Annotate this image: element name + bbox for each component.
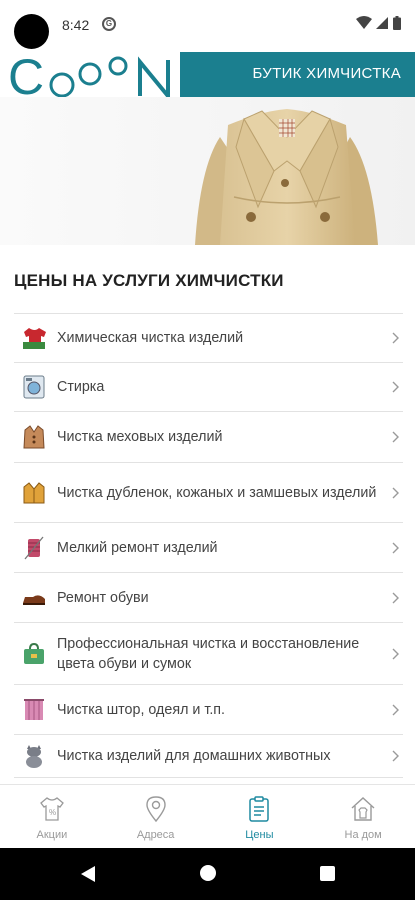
recent-apps-icon[interactable] <box>320 866 335 881</box>
nav-label: Цены <box>245 829 274 841</box>
google-icon: G <box>102 17 116 31</box>
nav-label: Адреса <box>136 829 175 841</box>
banner-image <box>0 97 415 245</box>
chevron-right-icon <box>392 381 399 393</box>
nav-promotions[interactable]: % Акции <box>0 785 104 848</box>
item-label: Чистка изделий для домашних животных <box>57 748 331 764</box>
nav-home-delivery[interactable]: На дом <box>311 785 415 848</box>
trench-coat-image <box>195 109 378 245</box>
shoe-icon <box>20 584 48 612</box>
status-time: 8:42 <box>62 17 90 33</box>
chevron-right-icon <box>392 542 399 553</box>
list-item[interactable]: Профессиональная чистка и восстановление… <box>14 622 403 684</box>
system-navigation-bar <box>0 848 415 900</box>
item-label: Химическая чистка изделий <box>57 330 244 346</box>
status-icons <box>356 16 401 30</box>
nav-label: Акции <box>36 829 68 841</box>
item-label: Чистка дубленок, кожаных и замшевых изде… <box>57 484 377 501</box>
back-icon[interactable] <box>80 865 96 883</box>
app-header: C БУТИК ХИМЧИСТКА <box>0 52 415 97</box>
item-label: Мелкий ремонт изделий <box>57 539 218 556</box>
sale-tag-icon: % <box>38 795 66 823</box>
location-pin-icon <box>142 795 170 823</box>
list-item[interactable]: Чистка дубленок, кожаных и замшевых изде… <box>14 462 403 522</box>
leather-jacket-icon <box>20 479 48 507</box>
sewing-thread-icon <box>20 534 48 562</box>
nav-label: На дом <box>344 829 382 841</box>
home-icon[interactable] <box>200 865 216 881</box>
curtain-icon <box>20 696 48 724</box>
list-item[interactable]: Стирка <box>14 362 403 411</box>
shirt-icon <box>20 324 48 352</box>
chevron-right-icon <box>392 487 399 498</box>
bag-icon <box>20 640 48 668</box>
list-item[interactable]: Химическая чистка изделий <box>14 313 403 362</box>
svg-text:%: % <box>49 808 56 817</box>
page-title: ЦЕНЫ НА УСЛУГИ ХИМЧИСТКИ <box>14 271 284 290</box>
chevron-right-icon <box>392 750 399 762</box>
signal-icon <box>376 17 388 29</box>
logo[interactable]: C <box>0 52 180 97</box>
camera-cutout <box>14 14 49 49</box>
cat-icon <box>20 742 48 770</box>
home-delivery-icon <box>349 795 377 823</box>
list-item[interactable]: Мелкий ремонт изделий <box>14 522 403 572</box>
list-item[interactable]: Чистка меховых изделий <box>14 411 403 462</box>
battery-icon <box>393 16 401 30</box>
item-label: Чистка штор, одеял и т.п. <box>57 701 226 718</box>
status-bar: 8:42 G <box>0 0 415 52</box>
chevron-right-icon <box>392 648 399 659</box>
svg-text:C: C <box>8 52 43 97</box>
chevron-right-icon <box>392 431 399 443</box>
nav-addresses[interactable]: Адреса <box>104 785 208 848</box>
header-title: БУТИК ХИМЧИСТКА <box>252 65 401 82</box>
item-label: Профессиональная чистка и восстановление… <box>57 635 360 672</box>
washing-machine-icon <box>20 373 48 401</box>
services-list: Химическая чистка изделий Стирка Чистка … <box>14 313 403 778</box>
chevron-right-icon <box>392 704 399 715</box>
list-item[interactable]: Ремонт обуви <box>14 572 403 622</box>
chevron-right-icon <box>392 592 399 603</box>
item-label: Стирка <box>57 379 105 395</box>
chevron-right-icon <box>392 332 399 344</box>
wifi-icon <box>356 16 372 29</box>
price-list-icon <box>245 795 273 823</box>
item-label: Ремонт обуви <box>57 589 149 606</box>
item-label: Чистка меховых изделий <box>57 429 223 445</box>
bottom-navigation: % Акции Адреса Цены На дом <box>0 784 415 848</box>
list-item[interactable]: Чистка штор, одеял и т.п. <box>14 684 403 734</box>
nav-prices[interactable]: Цены <box>208 785 312 848</box>
list-item[interactable]: Чистка изделий для домашних животных <box>14 734 403 778</box>
fur-coat-icon <box>20 423 48 451</box>
